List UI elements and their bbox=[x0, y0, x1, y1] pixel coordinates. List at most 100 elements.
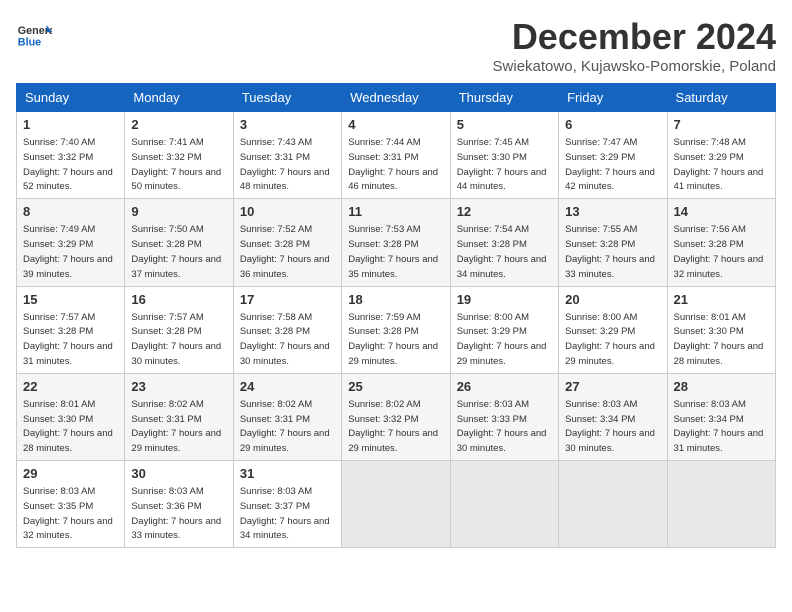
day-number: 21 bbox=[674, 291, 769, 309]
day-info: Sunrise: 8:03 AMSunset: 3:33 PMDaylight:… bbox=[457, 399, 547, 454]
day-info: Sunrise: 7:56 AMSunset: 3:28 PMDaylight:… bbox=[674, 224, 764, 279]
day-number: 27 bbox=[565, 378, 660, 396]
calendar-cell: 10 Sunrise: 7:52 AMSunset: 3:28 PMDaylig… bbox=[233, 199, 341, 286]
calendar-cell: 28 Sunrise: 8:03 AMSunset: 3:34 PMDaylig… bbox=[667, 373, 775, 460]
calendar-cell: 17 Sunrise: 7:58 AMSunset: 3:28 PMDaylig… bbox=[233, 286, 341, 373]
calendar-cell: 16 Sunrise: 7:57 AMSunset: 3:28 PMDaylig… bbox=[125, 286, 233, 373]
day-info: Sunrise: 7:57 AMSunset: 3:28 PMDaylight:… bbox=[131, 312, 221, 367]
day-number: 11 bbox=[348, 203, 443, 221]
day-info: Sunrise: 8:01 AMSunset: 3:30 PMDaylight:… bbox=[23, 399, 113, 454]
calendar-cell: 22 Sunrise: 8:01 AMSunset: 3:30 PMDaylig… bbox=[17, 373, 125, 460]
calendar-cell: 12 Sunrise: 7:54 AMSunset: 3:28 PMDaylig… bbox=[450, 199, 558, 286]
day-info: Sunrise: 7:50 AMSunset: 3:28 PMDaylight:… bbox=[131, 224, 221, 279]
day-number: 15 bbox=[23, 291, 118, 309]
day-info: Sunrise: 7:58 AMSunset: 3:28 PMDaylight:… bbox=[240, 312, 330, 367]
calendar-table: Sunday Monday Tuesday Wednesday Thursday… bbox=[16, 83, 776, 548]
week-row-1: 1 Sunrise: 7:40 AMSunset: 3:32 PMDayligh… bbox=[17, 112, 776, 199]
day-info: Sunrise: 8:03 AMSunset: 3:37 PMDaylight:… bbox=[240, 486, 330, 541]
day-number: 12 bbox=[457, 203, 552, 221]
calendar-cell: 21 Sunrise: 8:01 AMSunset: 3:30 PMDaylig… bbox=[667, 286, 775, 373]
week-row-4: 22 Sunrise: 8:01 AMSunset: 3:30 PMDaylig… bbox=[17, 373, 776, 460]
calendar-cell: 20 Sunrise: 8:00 AMSunset: 3:29 PMDaylig… bbox=[559, 286, 667, 373]
calendar-cell: 23 Sunrise: 8:02 AMSunset: 3:31 PMDaylig… bbox=[125, 373, 233, 460]
svg-text:Blue: Blue bbox=[18, 37, 41, 49]
day-number: 2 bbox=[131, 116, 226, 134]
day-info: Sunrise: 7:49 AMSunset: 3:29 PMDaylight:… bbox=[23, 224, 113, 279]
day-number: 7 bbox=[674, 116, 769, 134]
calendar-cell: 18 Sunrise: 7:59 AMSunset: 3:28 PMDaylig… bbox=[342, 286, 450, 373]
day-info: Sunrise: 8:02 AMSunset: 3:31 PMDaylight:… bbox=[240, 399, 330, 454]
calendar-cell: 19 Sunrise: 8:00 AMSunset: 3:29 PMDaylig… bbox=[450, 286, 558, 373]
calendar-cell: 26 Sunrise: 8:03 AMSunset: 3:33 PMDaylig… bbox=[450, 373, 558, 460]
day-number: 5 bbox=[457, 116, 552, 134]
calendar-cell: 7 Sunrise: 7:48 AMSunset: 3:29 PMDayligh… bbox=[667, 112, 775, 199]
calendar-cell: 30 Sunrise: 8:03 AMSunset: 3:36 PMDaylig… bbox=[125, 461, 233, 548]
day-number: 20 bbox=[565, 291, 660, 309]
day-info: Sunrise: 7:41 AMSunset: 3:32 PMDaylight:… bbox=[131, 137, 221, 192]
day-info: Sunrise: 7:40 AMSunset: 3:32 PMDaylight:… bbox=[23, 137, 113, 192]
day-number: 13 bbox=[565, 203, 660, 221]
calendar-cell: 4 Sunrise: 7:44 AMSunset: 3:31 PMDayligh… bbox=[342, 112, 450, 199]
day-number: 23 bbox=[131, 378, 226, 396]
col-monday: Monday bbox=[125, 84, 233, 112]
day-info: Sunrise: 8:03 AMSunset: 3:35 PMDaylight:… bbox=[23, 486, 113, 541]
day-number: 6 bbox=[565, 116, 660, 134]
day-number: 4 bbox=[348, 116, 443, 134]
day-number: 1 bbox=[23, 116, 118, 134]
day-number: 25 bbox=[348, 378, 443, 396]
calendar-cell: 13 Sunrise: 7:55 AMSunset: 3:28 PMDaylig… bbox=[559, 199, 667, 286]
day-number: 16 bbox=[131, 291, 226, 309]
calendar-cell: 25 Sunrise: 8:02 AMSunset: 3:32 PMDaylig… bbox=[342, 373, 450, 460]
day-number: 26 bbox=[457, 378, 552, 396]
day-number: 28 bbox=[674, 378, 769, 396]
col-friday: Friday bbox=[559, 84, 667, 112]
day-info: Sunrise: 7:48 AMSunset: 3:29 PMDaylight:… bbox=[674, 137, 764, 192]
col-sunday: Sunday bbox=[17, 84, 125, 112]
calendar-cell bbox=[450, 461, 558, 548]
day-number: 30 bbox=[131, 465, 226, 483]
day-number: 22 bbox=[23, 378, 118, 396]
day-info: Sunrise: 7:45 AMSunset: 3:30 PMDaylight:… bbox=[457, 137, 547, 192]
calendar-cell: 11 Sunrise: 7:53 AMSunset: 3:28 PMDaylig… bbox=[342, 199, 450, 286]
col-tuesday: Tuesday bbox=[233, 84, 341, 112]
day-number: 18 bbox=[348, 291, 443, 309]
header-row: Sunday Monday Tuesday Wednesday Thursday… bbox=[17, 84, 776, 112]
calendar-cell: 14 Sunrise: 7:56 AMSunset: 3:28 PMDaylig… bbox=[667, 199, 775, 286]
week-row-5: 29 Sunrise: 8:03 AMSunset: 3:35 PMDaylig… bbox=[17, 461, 776, 548]
col-wednesday: Wednesday bbox=[342, 84, 450, 112]
day-info: Sunrise: 7:44 AMSunset: 3:31 PMDaylight:… bbox=[348, 137, 438, 192]
logo-icon: General Blue bbox=[16, 16, 52, 52]
week-row-3: 15 Sunrise: 7:57 AMSunset: 3:28 PMDaylig… bbox=[17, 286, 776, 373]
day-info: Sunrise: 8:03 AMSunset: 3:34 PMDaylight:… bbox=[565, 399, 655, 454]
day-info: Sunrise: 8:02 AMSunset: 3:32 PMDaylight:… bbox=[348, 399, 438, 454]
day-info: Sunrise: 7:53 AMSunset: 3:28 PMDaylight:… bbox=[348, 224, 438, 279]
calendar-cell: 8 Sunrise: 7:49 AMSunset: 3:29 PMDayligh… bbox=[17, 199, 125, 286]
page-container: General Blue December 2024 Swiekatowo, K… bbox=[16, 16, 776, 548]
day-info: Sunrise: 8:03 AMSunset: 3:36 PMDaylight:… bbox=[131, 486, 221, 541]
day-number: 24 bbox=[240, 378, 335, 396]
calendar-cell: 9 Sunrise: 7:50 AMSunset: 3:28 PMDayligh… bbox=[125, 199, 233, 286]
month-title: December 2024 bbox=[493, 16, 776, 58]
calendar-cell: 24 Sunrise: 8:02 AMSunset: 3:31 PMDaylig… bbox=[233, 373, 341, 460]
day-info: Sunrise: 7:54 AMSunset: 3:28 PMDaylight:… bbox=[457, 224, 547, 279]
day-info: Sunrise: 8:01 AMSunset: 3:30 PMDaylight:… bbox=[674, 312, 764, 367]
day-info: Sunrise: 7:47 AMSunset: 3:29 PMDaylight:… bbox=[565, 137, 655, 192]
day-info: Sunrise: 7:43 AMSunset: 3:31 PMDaylight:… bbox=[240, 137, 330, 192]
calendar-cell bbox=[342, 461, 450, 548]
day-number: 8 bbox=[23, 203, 118, 221]
col-thursday: Thursday bbox=[450, 84, 558, 112]
calendar-cell: 15 Sunrise: 7:57 AMSunset: 3:28 PMDaylig… bbox=[17, 286, 125, 373]
day-number: 17 bbox=[240, 291, 335, 309]
day-info: Sunrise: 8:00 AMSunset: 3:29 PMDaylight:… bbox=[457, 312, 547, 367]
day-number: 10 bbox=[240, 203, 335, 221]
calendar-cell: 1 Sunrise: 7:40 AMSunset: 3:32 PMDayligh… bbox=[17, 112, 125, 199]
calendar-cell: 31 Sunrise: 8:03 AMSunset: 3:37 PMDaylig… bbox=[233, 461, 341, 548]
logo: General Blue bbox=[16, 16, 52, 52]
day-info: Sunrise: 8:00 AMSunset: 3:29 PMDaylight:… bbox=[565, 312, 655, 367]
col-saturday: Saturday bbox=[667, 84, 775, 112]
calendar-cell: 2 Sunrise: 7:41 AMSunset: 3:32 PMDayligh… bbox=[125, 112, 233, 199]
day-number: 9 bbox=[131, 203, 226, 221]
day-number: 3 bbox=[240, 116, 335, 134]
calendar-cell: 5 Sunrise: 7:45 AMSunset: 3:30 PMDayligh… bbox=[450, 112, 558, 199]
day-number: 19 bbox=[457, 291, 552, 309]
